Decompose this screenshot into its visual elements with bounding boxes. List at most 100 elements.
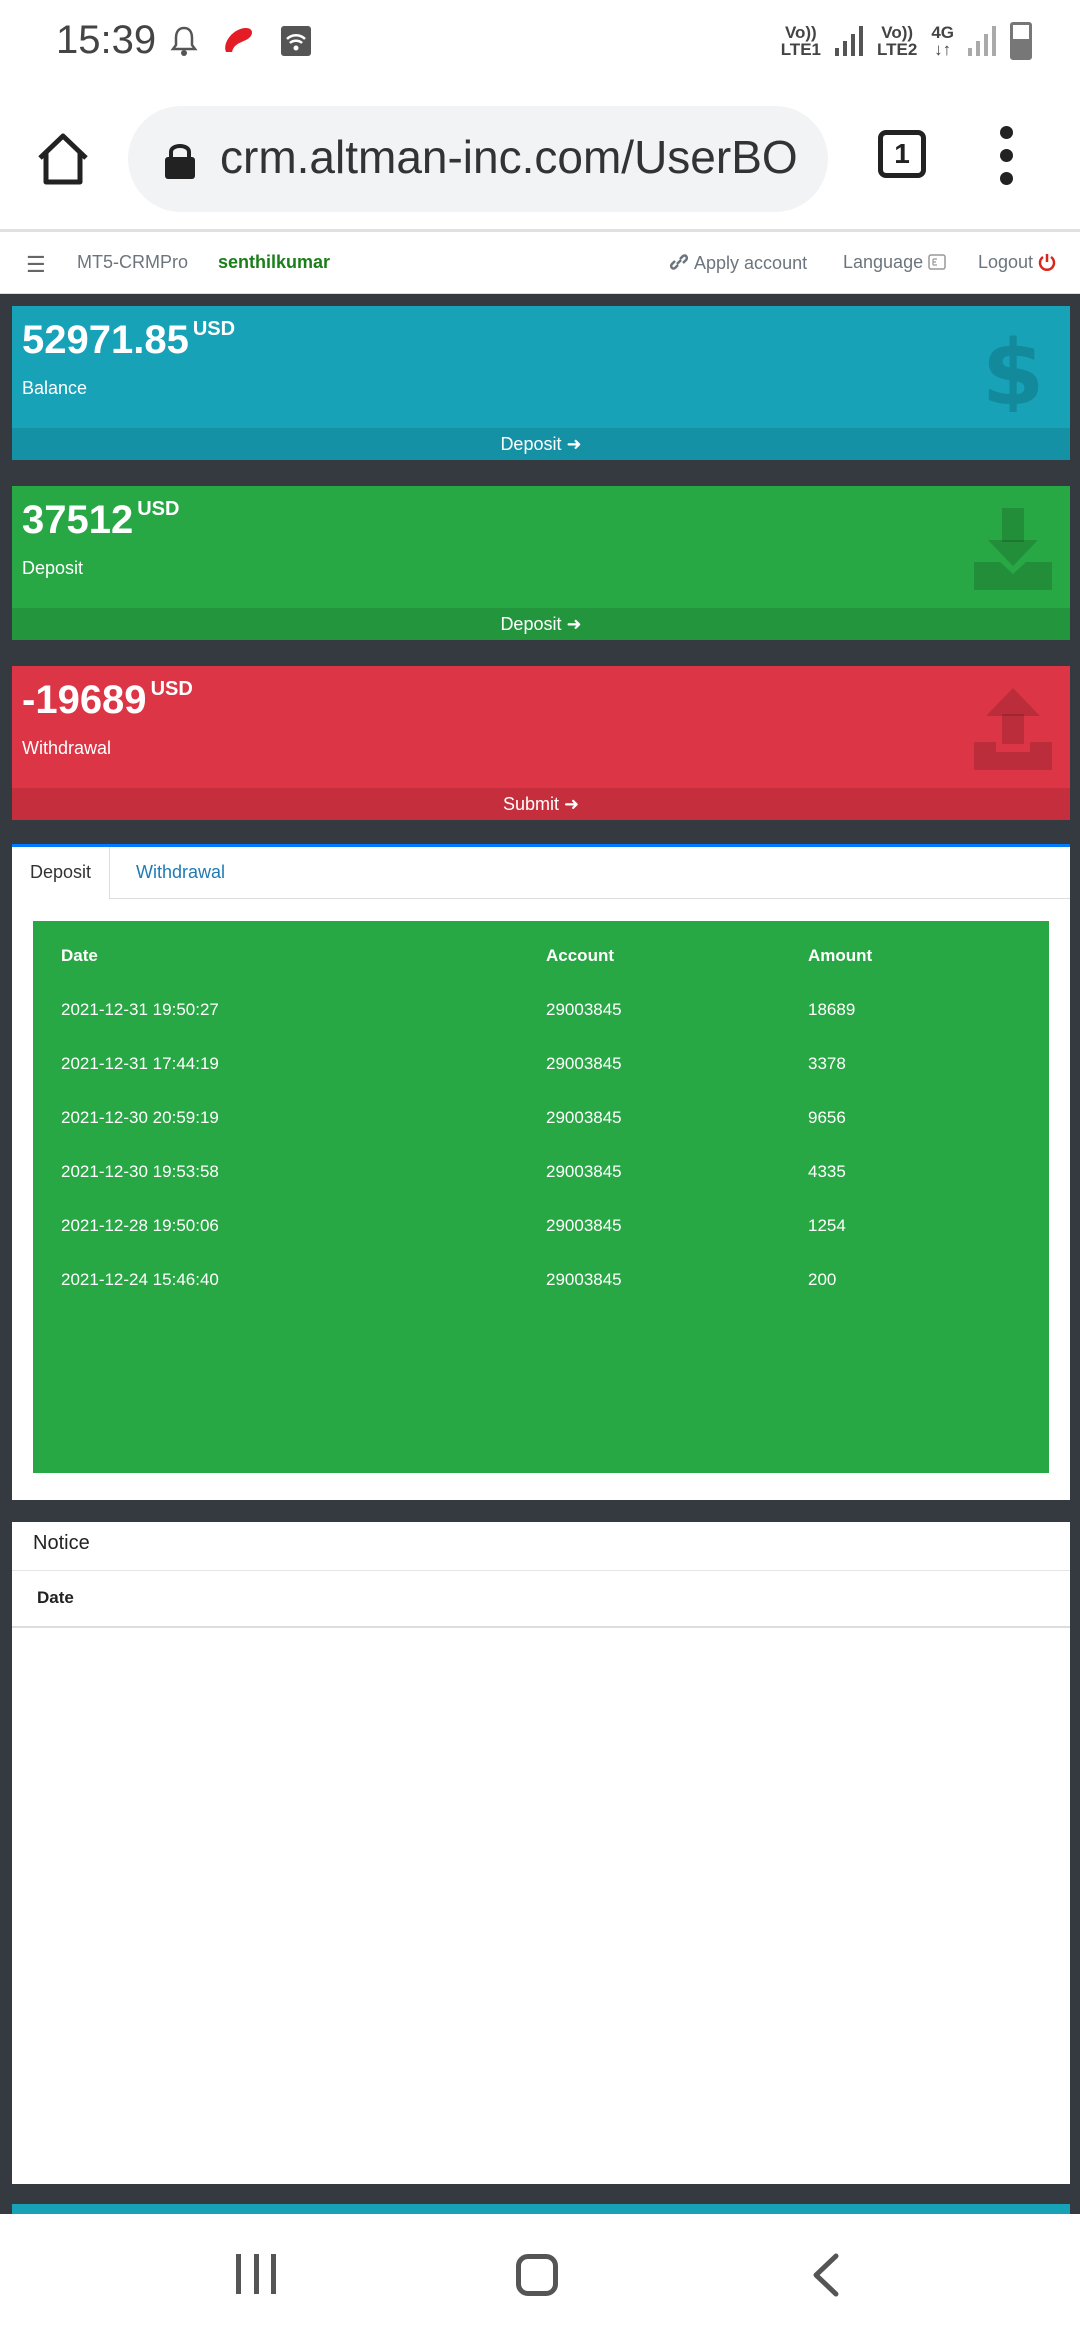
- sim1-volte: Vo)): [784, 23, 817, 42]
- deposit-value: 37512: [22, 498, 134, 542]
- upload-icon: [974, 688, 1052, 770]
- lock-icon: [165, 144, 195, 179]
- wifi-calling-icon: [281, 26, 311, 56]
- notice-panel: Notice Date: [12, 1522, 1070, 2184]
- cell-amount: 9656: [808, 1108, 846, 1127]
- language-icon: [928, 254, 946, 270]
- signal-bars-icon: [835, 26, 863, 56]
- cell-date: 2021-12-28 19:50:06: [61, 1216, 219, 1235]
- table-row: 2021-12-30 19:53:58 29003845 4335: [33, 1145, 1049, 1199]
- tab-bar: Deposit Withdrawal: [12, 847, 1070, 899]
- cell-amount: 200: [808, 1270, 837, 1289]
- cell-account: 29003845: [546, 1270, 622, 1289]
- balance-value: 52971.85: [22, 318, 189, 362]
- withdrawal-value: -19689: [22, 678, 147, 722]
- tab-switcher-button[interactable]: 1: [878, 130, 926, 178]
- deposit-amount: 37512 USD: [22, 498, 179, 543]
- transactions-panel: Deposit Withdrawal Date Account Amount 2…: [12, 844, 1070, 1500]
- network-type: 4G ↓↑: [931, 24, 954, 58]
- table-header-row: Date Account Amount: [33, 929, 1049, 983]
- back-icon[interactable]: [806, 2252, 846, 2298]
- table-row: 2021-12-31 19:50:27 29003845 18689: [33, 983, 1049, 1037]
- hamburger-menu-icon[interactable]: ☰: [26, 252, 46, 278]
- sim1-label: Vo)) LTE1: [781, 24, 821, 58]
- top-navbar: ☰ MT5-CRMPro senthilkumar Apply account …: [0, 232, 1080, 294]
- deposit-table: Date Account Amount 2021-12-31 19:50:27 …: [33, 921, 1049, 1473]
- logout-label: Logout: [978, 252, 1034, 272]
- withdrawal-card: -19689 USD Withdrawal Submit ➜: [12, 666, 1070, 820]
- balance-currency: USD: [192, 318, 236, 340]
- download-icon: [974, 508, 1052, 590]
- cell-account: 29003845: [546, 1054, 622, 1073]
- url-text[interactable]: crm.altman-inc.com/UserBO: [220, 130, 798, 184]
- browser-toolbar: crm.altman-inc.com/UserBO 1: [0, 86, 1080, 232]
- language-label: Language: [843, 252, 924, 272]
- balance-amount: 52971.85 USD: [22, 318, 235, 363]
- deposit-currency: USD: [137, 498, 180, 520]
- cell-account: 29003845: [546, 1108, 622, 1127]
- power-icon: [1038, 254, 1056, 271]
- link-icon: [669, 254, 689, 270]
- network-4g: 4G: [931, 23, 954, 42]
- withdrawal-submit-link[interactable]: Submit ➜: [12, 788, 1070, 820]
- sim2-lte: LTE2: [877, 40, 918, 59]
- cell-date: 2021-12-30 19:53:58: [61, 1162, 219, 1181]
- sim1-lte: LTE1: [780, 40, 821, 59]
- notice-title: Notice: [33, 1532, 90, 1554]
- brand-link[interactable]: MT5-CRMPro: [77, 252, 188, 273]
- cell-date: 2021-12-31 17:44:19: [61, 1054, 219, 1073]
- data-arrows-icon: ↓↑: [934, 40, 952, 59]
- cell-date: 2021-12-24 15:46:40: [61, 1270, 219, 1289]
- divider: [12, 1626, 1070, 1628]
- logout-link[interactable]: Logout: [978, 252, 1056, 273]
- home-button-icon[interactable]: [516, 2254, 558, 2296]
- balance-card: 52971.85 USD Balance $ Deposit ➜: [12, 306, 1070, 460]
- bell-icon: [170, 26, 198, 56]
- table-row: 2021-12-24 15:46:40 29003845 200: [33, 1253, 1049, 1307]
- system-nav-bar: [0, 2214, 1080, 2340]
- cell-account: 29003845: [546, 1000, 622, 1019]
- apply-account-link[interactable]: Apply account: [668, 252, 807, 274]
- status-time: 15:39: [56, 18, 157, 62]
- status-notification-icons: [170, 22, 312, 60]
- tab-deposit[interactable]: Deposit: [12, 847, 111, 899]
- header-account: Account: [546, 946, 614, 965]
- balance-label: Balance: [22, 378, 88, 398]
- url-bar[interactable]: crm.altman-inc.com/UserBO: [128, 106, 828, 212]
- web-page: ☰ MT5-CRMPro senthilkumar Apply account …: [0, 232, 1080, 2214]
- recent-apps-icon[interactable]: [236, 2254, 276, 2294]
- withdrawal-currency: USD: [150, 678, 193, 700]
- header-date: Date: [61, 946, 98, 965]
- cell-date: 2021-12-30 20:59:19: [61, 1108, 219, 1127]
- cell-amount: 1254: [808, 1216, 846, 1235]
- divider: [12, 1570, 1070, 1571]
- table-row: 2021-12-31 17:44:19 29003845 3378: [33, 1037, 1049, 1091]
- cell-date: 2021-12-31 19:50:27: [61, 1000, 219, 1019]
- withdrawal-amount: -19689 USD: [22, 678, 193, 723]
- more-menu-icon[interactable]: [998, 126, 1014, 190]
- home-icon[interactable]: [34, 130, 92, 188]
- carrier-logo-icon: [225, 28, 252, 52]
- page-footer-bar: [12, 2204, 1070, 2214]
- table-row: 2021-12-28 19:50:06 29003845 1254: [33, 1199, 1049, 1253]
- dollar-icon: $: [982, 326, 1045, 412]
- status-bar: 15:39 Vo)) LTE1 Vo)) LTE2 4G ↓↑: [0, 0, 1080, 86]
- svg-text:$: $: [982, 326, 1045, 412]
- deposit-card: 37512 USD Deposit Deposit ➜: [12, 486, 1070, 640]
- tab-withdrawal[interactable]: Withdrawal: [118, 847, 243, 899]
- withdrawal-label: Withdrawal: [22, 738, 112, 758]
- battery-icon: [1010, 22, 1032, 60]
- deposit-label: Deposit: [22, 558, 84, 578]
- balance-deposit-link[interactable]: Deposit ➜: [12, 428, 1070, 460]
- sim2-label: Vo)) LTE2: [877, 24, 917, 58]
- language-link[interactable]: Language: [843, 252, 946, 273]
- cell-amount: 4335: [808, 1162, 846, 1181]
- apply-account-label: Apply account: [694, 253, 808, 273]
- deposit-link[interactable]: Deposit ➜: [12, 608, 1070, 640]
- status-indicators: Vo)) LTE1 Vo)) LTE2 4G ↓↑: [781, 22, 1032, 60]
- signal-bars-icon: [968, 26, 996, 56]
- cell-amount: 3378: [808, 1054, 846, 1073]
- table-row: 2021-12-30 20:59:19 29003845 9656: [33, 1091, 1049, 1145]
- cell-account: 29003845: [546, 1162, 622, 1181]
- username-link[interactable]: senthilkumar: [218, 252, 330, 273]
